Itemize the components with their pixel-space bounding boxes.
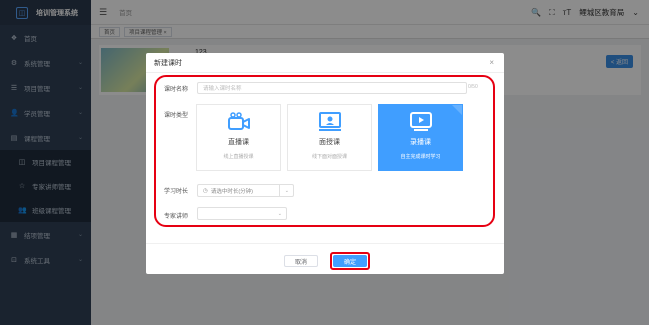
- dialog-header: 新建课时 ×: [146, 53, 504, 73]
- cancel-button[interactable]: 取消: [284, 255, 318, 267]
- new-lesson-dialog: 新建课时 × 课时名称 请输入课时名称 0/50 课时类型 直播课 线上直播授课: [146, 53, 504, 274]
- dialog-title: 新建课时: [154, 59, 182, 67]
- close-icon[interactable]: ×: [489, 58, 494, 67]
- dialog-footer-divider: [146, 243, 504, 244]
- confirm-button[interactable]: 确定: [333, 255, 367, 267]
- highlight-frame-form: [154, 75, 495, 227]
